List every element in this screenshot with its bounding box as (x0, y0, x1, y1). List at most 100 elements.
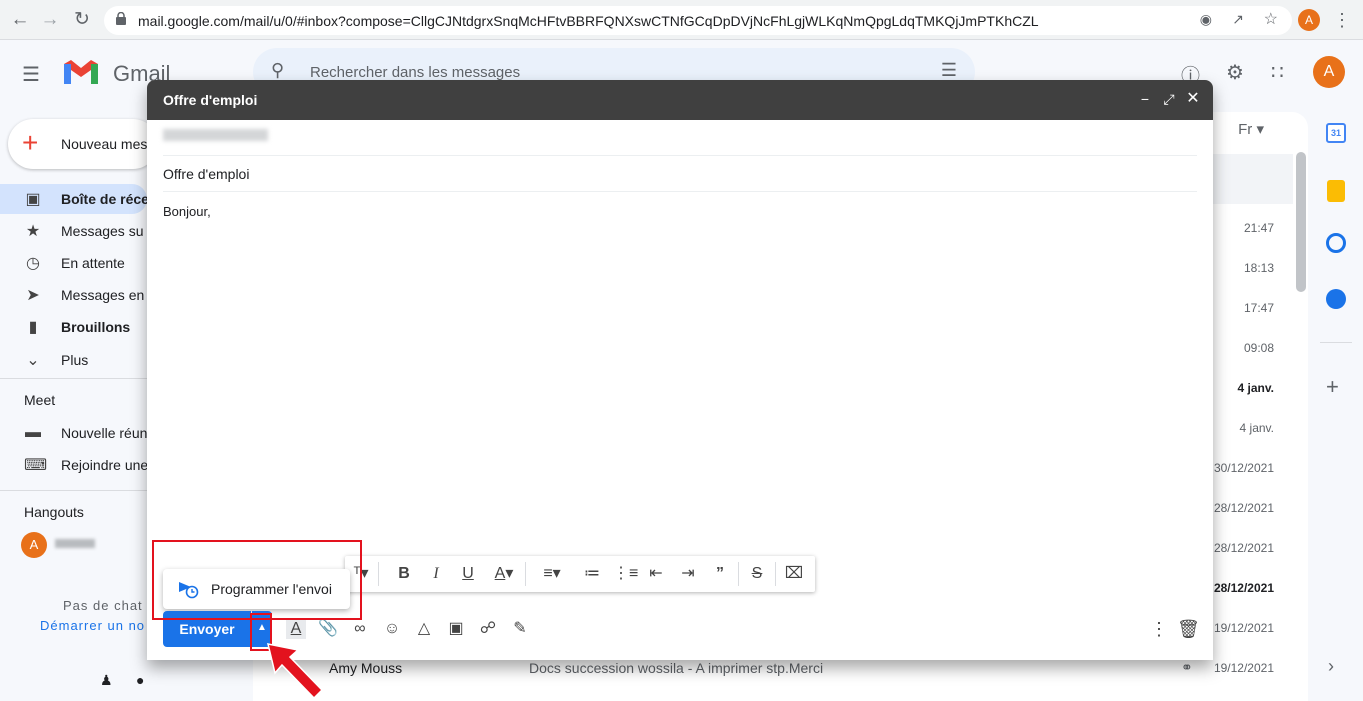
sidebar-item-starred[interactable]: ★ Messages su (24, 219, 144, 243)
keep-icon[interactable] (1327, 180, 1345, 202)
confidential-mode-icon[interactable]: ☍ (478, 619, 498, 639)
indent-more-icon[interactable]: ⇥ (677, 564, 699, 584)
no-chat-text: Pas de chat (63, 598, 143, 613)
meet-join-meeting[interactable]: ⌨ Rejoindre une (24, 453, 148, 477)
side-panel: 31 + › (1310, 112, 1363, 701)
keyboard-icon: ⌨ (24, 457, 48, 474)
toolbar-divider (775, 562, 776, 586)
compose-title: Offre d'emploi (163, 92, 258, 108)
draft-icon: ▮ (28, 319, 38, 336)
hangouts-title: Hangouts (24, 504, 84, 520)
signature-pen-icon[interactable]: ✎ (510, 619, 530, 639)
apps-grid-icon[interactable]: ∷ (1271, 60, 1284, 85)
more-options-icon[interactable]: ⋮ (1149, 619, 1169, 639)
formatting-options-icon[interactable]: A (286, 619, 306, 639)
contacts-icon[interactable]: ♟ (100, 672, 113, 689)
language-chip-label: Fr (1238, 121, 1253, 138)
email-row-time: 19/12/2021 (1213, 661, 1274, 675)
meet-new-meeting[interactable]: ▬ Nouvelle réun (24, 421, 147, 445)
bookmark-star-icon[interactable]: ☆ (1264, 9, 1278, 29)
bulleted-list-icon[interactable]: ⋮≡ (613, 564, 638, 584)
quote-icon[interactable]: ” (709, 564, 731, 584)
url-text: mail.google.com/mail/u/0/#inbox?compose=… (138, 13, 1039, 29)
email-sender[interactable]: Amy Mouss (329, 660, 402, 676)
red-pointer-arrow-icon (266, 643, 324, 700)
settings-gear-icon[interactable]: ⚙ (1226, 60, 1244, 85)
sidebar-item-drafts[interactable]: ▮ Brouillons (24, 315, 131, 339)
sidebar-item-more[interactable]: ⌄ Plus (24, 348, 88, 372)
indent-less-icon[interactable]: ⇤ (645, 564, 667, 584)
sidebar-item-sent[interactable]: ➤ Messages en (24, 283, 144, 307)
bold-icon[interactable]: B (393, 564, 415, 584)
eye-icon[interactable]: ◉ (1200, 11, 1212, 28)
browser-profile-avatar[interactable]: A (1298, 9, 1320, 31)
attach-file-icon[interactable]: 📎 (318, 619, 338, 639)
strikethrough-icon[interactable]: S (746, 564, 768, 584)
discard-draft-icon[interactable]: 🗑 (1177, 619, 1200, 639)
exit-fullscreen-icon[interactable]: ⤢ (1160, 90, 1178, 108)
numbered-list-icon[interactable]: ≔ (581, 564, 603, 584)
browser-menu-icon[interactable]: ⋮ (1330, 8, 1354, 32)
hangouts-avatar[interactable]: A (21, 532, 47, 558)
address-bar[interactable]: mail.google.com/mail/u/0/#inbox?compose=… (104, 6, 1292, 35)
share-icon[interactable]: ↗ (1232, 11, 1244, 28)
sidebar-item-inbox[interactable]: ▣ Boîte de réce (24, 187, 149, 211)
gmail-logo-icon (64, 60, 98, 84)
toolbar-divider (378, 562, 379, 586)
account-avatar[interactable]: A (1313, 56, 1345, 88)
reload-icon[interactable]: ↻ (70, 8, 94, 32)
meet-item-label: Nouvelle réun (61, 425, 148, 441)
plus-icon: + (22, 127, 39, 158)
recipient-field[interactable] (163, 155, 1197, 156)
sidebar-item-label: Plus (61, 352, 89, 368)
subject-field[interactable]: Offre d'emploi (163, 166, 249, 182)
chat-bubble-icon[interactable]: ● (136, 672, 144, 688)
lock-icon (116, 12, 126, 25)
recipient-blurred[interactable] (163, 129, 268, 141)
calendar-icon[interactable]: 31 (1326, 123, 1346, 143)
emoji-icon[interactable]: ☺ (382, 619, 402, 639)
insert-link-icon[interactable]: ∞ (350, 619, 370, 639)
main-menu-icon[interactable]: ☰ (22, 62, 40, 87)
sidebar-item-label: Messages su (61, 223, 144, 239)
star-icon: ★ (25, 223, 41, 240)
filter-icon[interactable]: ☰ (941, 60, 957, 81)
sidebar-item-snoozed[interactable]: ◷ En attente (24, 251, 125, 275)
text-color-icon[interactable]: A▾ (487, 564, 521, 584)
sidebar-item-label: Messages en (61, 287, 145, 303)
contacts-app-icon[interactable] (1326, 289, 1346, 309)
add-addon-icon[interactable]: + (1326, 374, 1339, 400)
remove-formatting-icon[interactable]: ⌧ (783, 564, 805, 584)
drive-icon[interactable]: △ (414, 619, 434, 639)
sidebar-item-label: En attente (61, 255, 125, 271)
meet-title: Meet (24, 392, 56, 408)
forward-icon[interactable]: → (38, 8, 62, 32)
message-body[interactable]: Bonjour, (163, 204, 211, 219)
send-icon: ➤ (26, 287, 40, 304)
inbox-icon: ▣ (25, 191, 41, 208)
search-icon[interactable]: ⚲ (271, 60, 284, 81)
tasks-icon[interactable] (1326, 233, 1346, 253)
underline-icon[interactable]: U (457, 564, 479, 584)
video-camera-icon: ▬ (25, 424, 41, 441)
email-subject[interactable]: Docs succession wossila - A imprimer stp… (529, 660, 823, 676)
sidebar-divider (0, 490, 147, 491)
align-icon[interactable]: ≡▾ (535, 564, 569, 584)
clock-icon: ◷ (26, 255, 40, 272)
compose-button-label: Nouveau mes (61, 136, 148, 152)
minimize-icon[interactable]: − (1136, 90, 1154, 108)
back-icon[interactable]: ← (8, 8, 32, 32)
start-chat-link[interactable]: Démarrer un no (40, 618, 145, 633)
compose-header[interactable]: Offre d'emploi − ⤢ ✕ (147, 80, 1213, 120)
compose-button[interactable]: + Nouveau mes (8, 119, 158, 169)
language-chip[interactable]: Fr ▾ (1238, 120, 1264, 138)
scrollbar-thumb[interactable] (1296, 152, 1306, 292)
chevron-right-icon[interactable]: › (1328, 656, 1334, 677)
subject-divider (163, 191, 1197, 192)
search-input[interactable]: Rechercher dans les messages (310, 64, 520, 81)
italic-icon[interactable]: I (425, 564, 447, 584)
browser-toolbar: ← → ↻ mail.google.com/mail/u/0/#inbox?co… (0, 0, 1363, 40)
close-icon[interactable]: ✕ (1184, 90, 1202, 108)
insert-photo-icon[interactable]: ▣ (446, 619, 466, 639)
toolbar-divider (525, 562, 526, 586)
